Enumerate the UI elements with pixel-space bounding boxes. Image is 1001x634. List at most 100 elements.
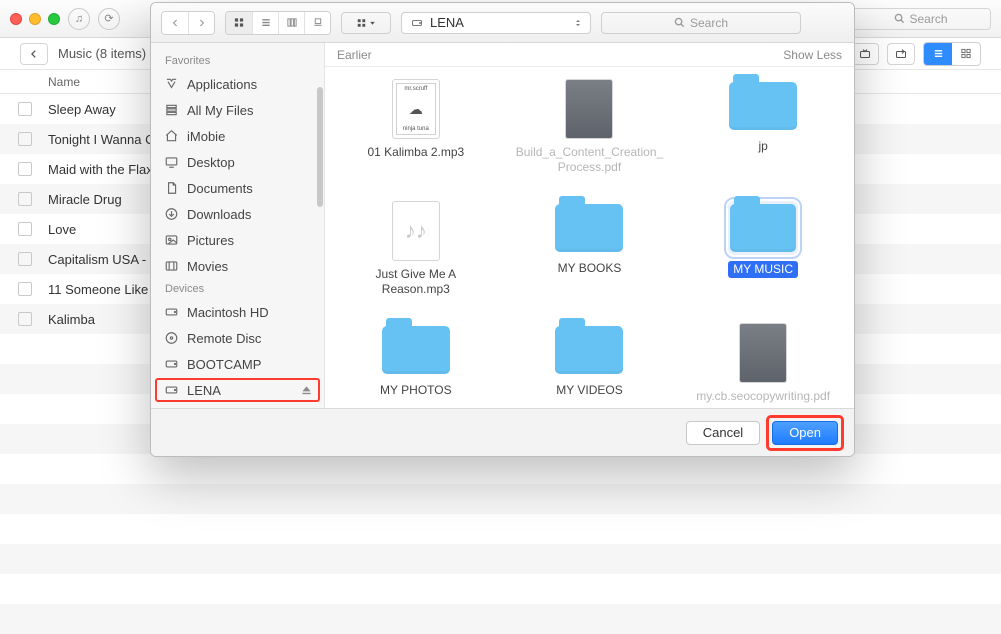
sidebar-item-label: iMobie xyxy=(187,129,225,144)
file-item[interactable]: jp xyxy=(678,77,848,195)
sidebar-item-label: Desktop xyxy=(187,155,235,170)
file-item[interactable]: MY PHOTOS xyxy=(331,321,501,408)
sidebar-item-lena[interactable]: LENA xyxy=(151,377,324,403)
sidebar-item-desktop[interactable]: Desktop xyxy=(151,149,324,175)
column-view-button[interactable] xyxy=(278,12,304,34)
hdd-icon xyxy=(163,382,179,398)
file-item[interactable]: ♪♪Just Give Me A Reason.mp3 xyxy=(331,199,501,317)
section-label: Earlier xyxy=(337,48,372,62)
updown-icon xyxy=(574,17,582,29)
app-search-placeholder: Search xyxy=(909,12,947,26)
file-item[interactable]: MY BOOKS xyxy=(505,199,675,317)
sidebar-item-remote-disc[interactable]: Remote Disc xyxy=(151,325,324,351)
path-popup[interactable]: LENA xyxy=(401,12,591,34)
file-item[interactable]: mr.scruff☁ninja tuna01 Kalimba 2.mp3 xyxy=(331,77,501,195)
open-button[interactable]: Open xyxy=(772,421,838,445)
sidebar-item-label: Macintosh HD xyxy=(187,305,269,320)
sidebar-item-pictures[interactable]: Pictures xyxy=(151,227,324,253)
dialog-main: Earlier Show Less mr.scruff☁ninja tuna01… xyxy=(325,43,854,408)
dialog-search-placeholder: Search xyxy=(690,16,728,30)
app-search-field[interactable]: Search xyxy=(851,8,991,30)
disc-icon xyxy=(163,330,179,346)
file-item[interactable]: Build_a_Content_Creation_Process.pdf xyxy=(505,77,675,195)
dialog-toolbar: LENA Search xyxy=(151,3,854,43)
sidebar-item-label: LENA xyxy=(187,383,221,398)
row-checkbox[interactable] xyxy=(18,252,32,266)
hdd-icon xyxy=(163,356,179,372)
row-checkbox[interactable] xyxy=(18,282,32,296)
file-item[interactable]: my.cb.seocopywriting.pdf xyxy=(678,321,848,408)
sidebar-item-label: Applications xyxy=(187,77,257,92)
song-name: 11 Someone Like xyxy=(48,282,148,297)
movies-icon xyxy=(163,258,179,274)
search-icon xyxy=(894,13,905,24)
file-item[interactable]: MY VIDEOS xyxy=(505,321,675,408)
zoom-window-button[interactable] xyxy=(48,13,60,25)
sidebar-item-documents[interactable]: Documents xyxy=(151,175,324,201)
file-item[interactable]: MY MUSIC xyxy=(678,199,848,317)
song-name: Miracle Drug xyxy=(48,192,122,207)
dialog-sidebar: Favorites Applications All My Files iMobie… xyxy=(151,43,325,408)
dialog-footer: Cancel Open xyxy=(151,408,854,456)
sidebar-item-label: Pictures xyxy=(187,233,234,248)
library-icon[interactable]: ♫ xyxy=(68,8,90,30)
open-dialog: LENA Search Favorites Applications All My… xyxy=(150,2,855,457)
devices-heading: Devices xyxy=(151,279,324,299)
sidebar-scrollbar[interactable] xyxy=(317,87,323,207)
sidebar-item-downloads[interactable]: Downloads xyxy=(151,201,324,227)
song-name: Maid with the Flax xyxy=(48,162,153,177)
sidebar-item-imobie[interactable]: iMobie xyxy=(151,123,324,149)
file-name: MY BOOKS xyxy=(558,261,622,276)
path-device-label: LENA xyxy=(430,15,464,30)
file-name: Build_a_Content_Creation_Process.pdf xyxy=(514,145,664,175)
row-checkbox[interactable] xyxy=(18,132,32,146)
file-name: my.cb.seocopywriting.pdf xyxy=(696,389,830,404)
coverflow-view-button[interactable] xyxy=(304,12,330,34)
row-checkbox[interactable] xyxy=(18,102,32,116)
history-icon[interactable]: ⟳ xyxy=(98,8,120,30)
import-icon[interactable] xyxy=(851,43,879,65)
hdd-icon xyxy=(410,17,424,29)
song-name: Kalimba xyxy=(48,312,95,327)
eject-icon[interactable] xyxy=(301,385,312,396)
icon-view-button[interactable] xyxy=(226,12,252,34)
apps-icon xyxy=(163,76,179,92)
nav-back-button[interactable] xyxy=(162,12,188,34)
sidebar-item-movies[interactable]: Movies xyxy=(151,253,324,279)
pictures-icon xyxy=(163,232,179,248)
sidebar-item-label: Remote Disc xyxy=(187,331,261,346)
cancel-button[interactable]: Cancel xyxy=(686,421,760,445)
favorites-heading: Favorites xyxy=(151,51,324,71)
open-button-highlight: Open xyxy=(770,419,840,447)
dialog-search-field[interactable]: Search xyxy=(601,12,801,34)
sidebar-item-macintosh-hd[interactable]: Macintosh HD xyxy=(151,299,324,325)
grid-view-button[interactable] xyxy=(952,43,980,65)
list-view-button[interactable] xyxy=(924,43,952,65)
minimize-window-button[interactable] xyxy=(29,13,41,25)
breadcrumb: Music (8 items) xyxy=(58,46,146,61)
sidebar-item-label: Downloads xyxy=(187,207,251,222)
row-checkbox[interactable] xyxy=(18,162,32,176)
view-mode-segment xyxy=(225,11,331,35)
list-view-button[interactable] xyxy=(252,12,278,34)
row-checkbox[interactable] xyxy=(18,222,32,236)
section-header: Earlier Show Less xyxy=(325,43,854,67)
song-name: Love xyxy=(48,222,76,237)
hdd-icon xyxy=(163,304,179,320)
show-less-button[interactable]: Show Less xyxy=(783,48,842,62)
sidebar-item-applications[interactable]: Applications xyxy=(151,71,324,97)
arrange-popup[interactable] xyxy=(341,12,391,34)
column-name[interactable]: Name xyxy=(48,75,80,89)
sidebar-item-all-my-files[interactable]: All My Files xyxy=(151,97,324,123)
export-icon[interactable] xyxy=(887,43,915,65)
back-button[interactable] xyxy=(20,43,48,65)
file-grid: mr.scruff☁ninja tuna01 Kalimba 2.mp3 Buil… xyxy=(325,67,854,408)
row-checkbox[interactable] xyxy=(18,312,32,326)
row-checkbox[interactable] xyxy=(18,192,32,206)
downloads-icon xyxy=(163,206,179,222)
file-name: Just Give Me A Reason.mp3 xyxy=(341,267,491,297)
close-window-button[interactable] xyxy=(10,13,22,25)
sidebar-item-bootcamp[interactable]: BOOTCAMP xyxy=(151,351,324,377)
allfiles-icon xyxy=(163,102,179,118)
nav-forward-button[interactable] xyxy=(188,12,214,34)
